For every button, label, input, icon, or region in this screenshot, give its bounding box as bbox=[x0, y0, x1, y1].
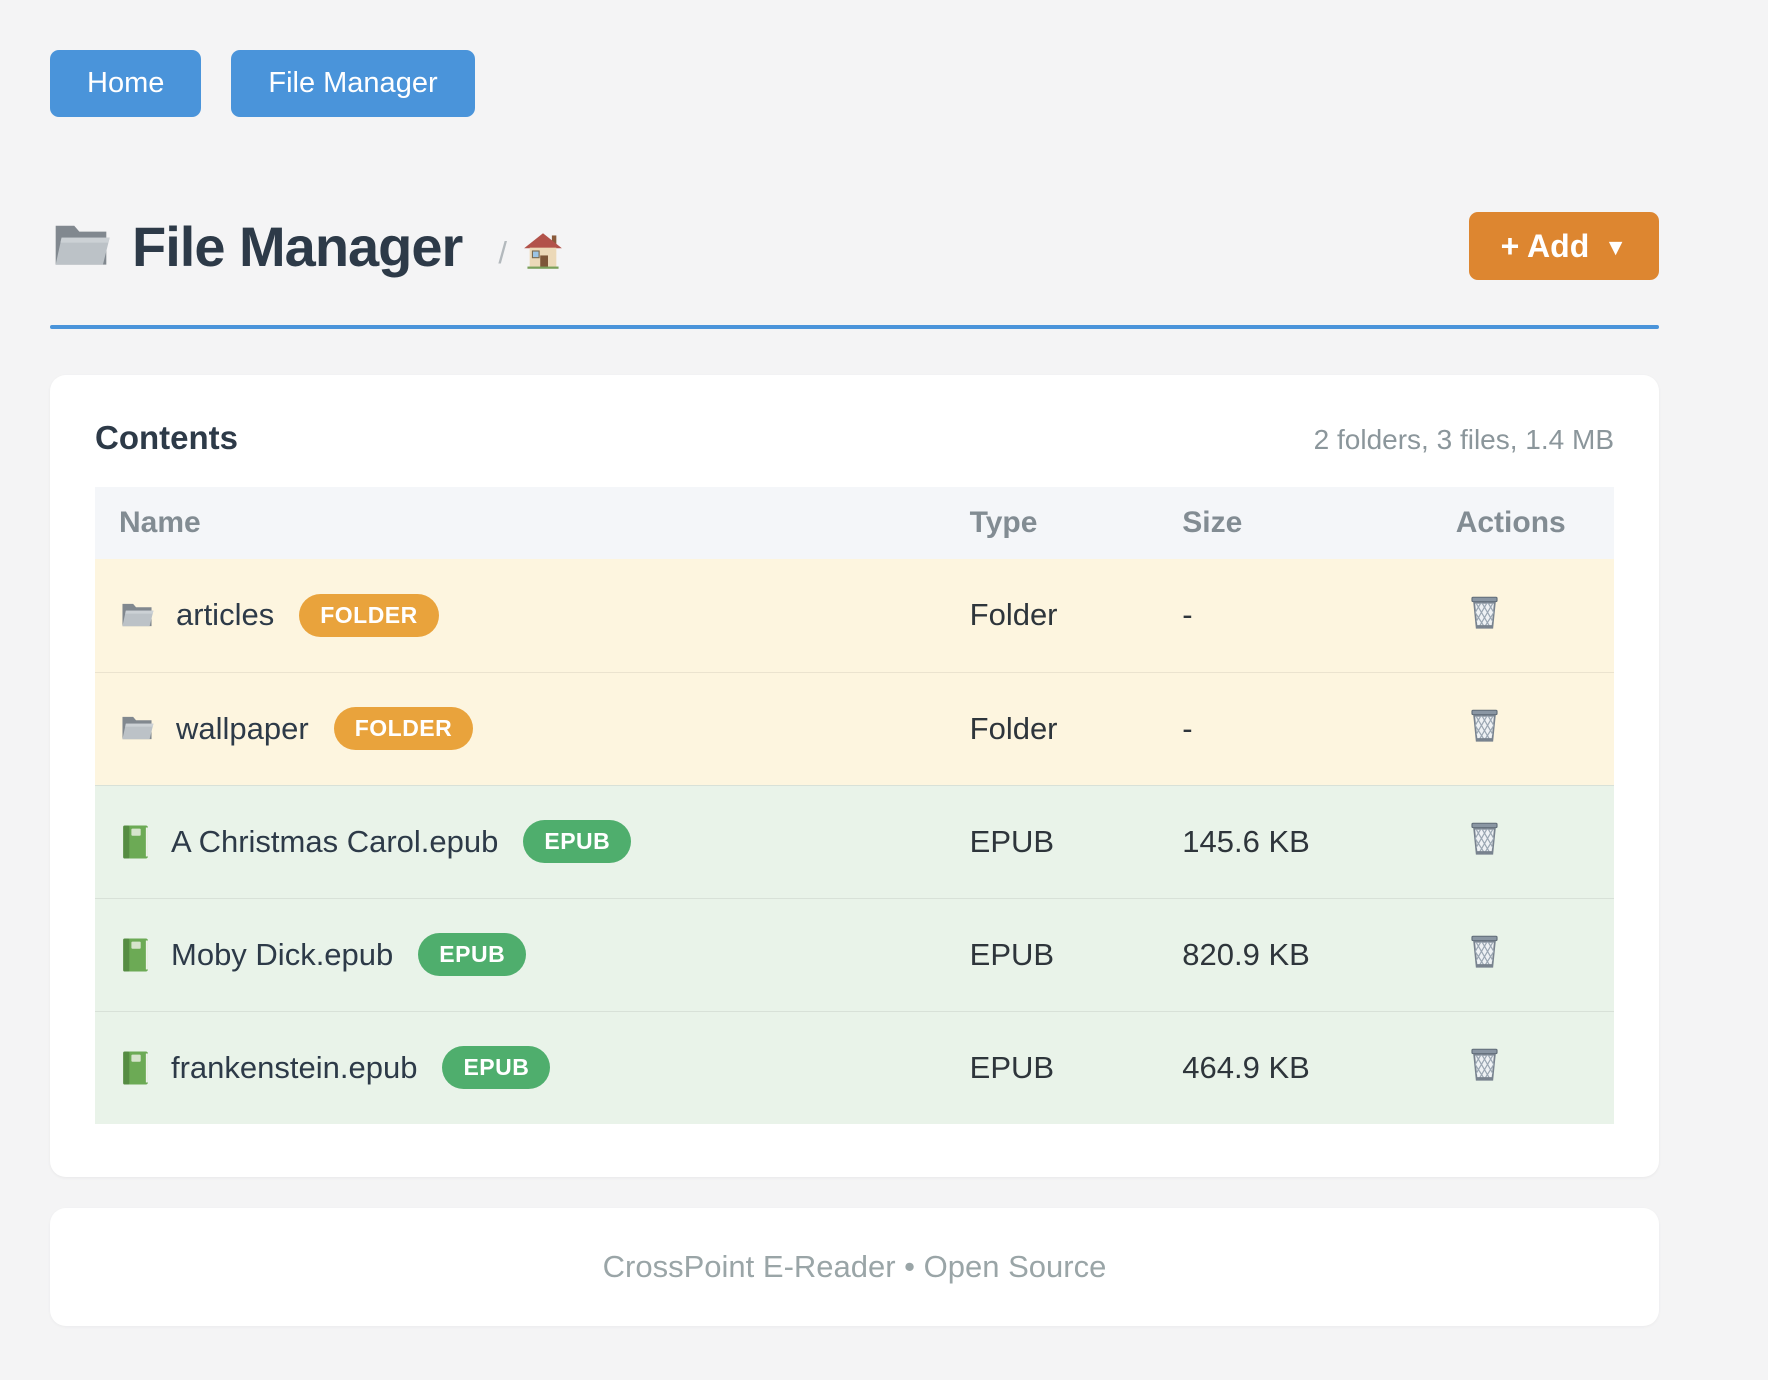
nav-file-manager-button[interactable]: File Manager bbox=[231, 50, 474, 117]
size-cell: - bbox=[1158, 559, 1431, 672]
name-cell: articles FOLDER bbox=[119, 594, 922, 637]
delete-button[interactable] bbox=[1466, 592, 1503, 633]
file-name: articles bbox=[176, 597, 274, 633]
type-badge: EPUB bbox=[418, 933, 526, 976]
header-divider bbox=[50, 325, 1659, 329]
delete-button[interactable] bbox=[1466, 1044, 1503, 1085]
trash-icon bbox=[1468, 1046, 1501, 1083]
table-row[interactable]: frankenstein.epub EPUB EPUB 464.9 KB bbox=[95, 1011, 1614, 1124]
type-cell: EPUB bbox=[946, 1011, 1159, 1124]
trash-icon bbox=[1468, 933, 1501, 970]
name-cell: Moby Dick.epub EPUB bbox=[119, 933, 922, 976]
name-cell: A Christmas Carol.epub EPUB bbox=[119, 820, 922, 863]
folder-icon bbox=[119, 713, 155, 744]
type-badge: FOLDER bbox=[334, 707, 474, 750]
folder-icon bbox=[119, 600, 155, 631]
nav-home-button[interactable]: Home bbox=[50, 50, 201, 117]
column-header-actions: Actions bbox=[1432, 487, 1614, 559]
type-cell: Folder bbox=[946, 559, 1159, 672]
size-cell: 145.6 KB bbox=[1158, 785, 1431, 898]
type-badge: EPUB bbox=[523, 820, 631, 863]
top-nav: Home File Manager bbox=[50, 50, 1659, 117]
file-name: Moby Dick.epub bbox=[171, 937, 393, 973]
type-cell: EPUB bbox=[946, 898, 1159, 1011]
footer: CrossPoint E-Reader • Open Source bbox=[50, 1208, 1659, 1326]
contents-summary: 2 folders, 3 files, 1.4 MB bbox=[1314, 424, 1614, 456]
table-row[interactable]: A Christmas Carol.epub EPUB EPUB 145.6 K… bbox=[95, 785, 1614, 898]
size-cell: 820.9 KB bbox=[1158, 898, 1431, 1011]
contents-header: Contents 2 folders, 3 files, 1.4 MB bbox=[95, 419, 1614, 457]
file-name: A Christmas Carol.epub bbox=[171, 824, 498, 860]
table-row[interactable]: wallpaper FOLDER Folder - bbox=[95, 672, 1614, 785]
page: Home File Manager File Manager / + Add bbox=[0, 0, 1768, 1326]
type-cell: EPUB bbox=[946, 785, 1159, 898]
add-button-label: + Add bbox=[1501, 228, 1590, 265]
page-title: File Manager bbox=[132, 214, 462, 279]
delete-button[interactable] bbox=[1466, 931, 1503, 972]
file-table: Name Type Size Actions bbox=[95, 487, 1614, 1124]
add-button[interactable]: + Add ▼ bbox=[1469, 212, 1659, 280]
file-name: frankenstein.epub bbox=[171, 1050, 417, 1086]
size-cell: 464.9 KB bbox=[1158, 1011, 1431, 1124]
type-cell: Folder bbox=[946, 672, 1159, 785]
type-badge: FOLDER bbox=[299, 594, 439, 637]
page-header: File Manager / + Add ▼ bbox=[50, 212, 1659, 280]
folder-icon bbox=[50, 219, 112, 273]
name-cell: wallpaper FOLDER bbox=[119, 707, 922, 750]
table-body: articles FOLDER Folder - bbox=[95, 559, 1614, 1124]
delete-button[interactable] bbox=[1466, 818, 1503, 859]
name-cell: frankenstein.epub EPUB bbox=[119, 1046, 922, 1089]
book-icon bbox=[119, 1050, 150, 1086]
file-name: wallpaper bbox=[176, 711, 309, 747]
column-header-type: Type bbox=[946, 487, 1159, 559]
trash-icon bbox=[1468, 707, 1501, 744]
trash-icon bbox=[1468, 594, 1501, 631]
column-header-size: Size bbox=[1158, 487, 1431, 559]
table-row[interactable]: articles FOLDER Folder - bbox=[95, 559, 1614, 672]
breadcrumb-separator: / bbox=[498, 235, 507, 271]
contents-card: Contents 2 folders, 3 files, 1.4 MB Name… bbox=[50, 375, 1659, 1177]
table-row[interactable]: Moby Dick.epub EPUB EPUB 820.9 KB bbox=[95, 898, 1614, 1011]
trash-icon bbox=[1468, 820, 1501, 857]
book-icon bbox=[119, 937, 150, 973]
book-icon bbox=[119, 824, 150, 860]
type-badge: EPUB bbox=[442, 1046, 550, 1089]
contents-title: Contents bbox=[95, 419, 238, 457]
table-header-row: Name Type Size Actions bbox=[95, 487, 1614, 559]
home-breadcrumb-icon[interactable] bbox=[523, 232, 563, 270]
footer-text: CrossPoint E-Reader • Open Source bbox=[603, 1249, 1107, 1284]
delete-button[interactable] bbox=[1466, 705, 1503, 746]
caret-down-icon: ▼ bbox=[1604, 234, 1627, 261]
column-header-name: Name bbox=[95, 487, 946, 559]
size-cell: - bbox=[1158, 672, 1431, 785]
